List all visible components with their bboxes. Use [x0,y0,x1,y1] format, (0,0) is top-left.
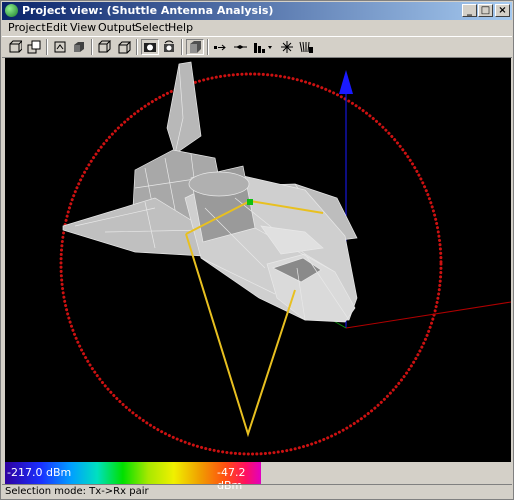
double-arrow-icon[interactable] [232,39,250,55]
arrow-right-icon[interactable] [212,39,230,55]
menu-select[interactable]: Select [135,21,169,34]
cube-icon[interactable] [115,39,133,55]
globe-icon [5,4,18,17]
menu-edit[interactable]: Edit [46,21,67,34]
stack-icon[interactable] [25,39,43,55]
title-bar[interactable]: Project view: (Shuttle Antenna Analysis)… [2,2,512,20]
camera-icon[interactable] [141,39,159,55]
transmitter-point[interactable] [247,199,253,205]
3d-viewport[interactable] [5,58,512,462]
cube-outline-icon[interactable] [96,39,114,55]
solid-icon[interactable] [70,39,88,55]
camera-rotate-icon[interactable] [160,39,178,55]
minimize-button[interactable]: _ [462,4,477,17]
menu-help[interactable]: Help [168,21,193,34]
maximize-button[interactable]: □ [478,4,493,17]
menu-view[interactable]: View [70,21,96,34]
legend-min-label: -217.0 dBm [7,466,72,479]
shuttle-model[interactable] [62,61,358,323]
box-icon[interactable] [6,39,24,55]
x-axis [345,301,512,329]
status-text: Selection mode: Tx->Rx pair [5,486,149,497]
close-button[interactable]: × [495,4,510,17]
power-legend: -217.0 dBm -47.2 dBm [5,462,261,492]
menu-output[interactable]: Output [98,21,136,34]
menu-bar: Project Edit View Output Select Help [2,20,512,36]
window-title: Project view: (Shuttle Antenna Analysis) [22,4,274,17]
bar-chart-dropdown-icon[interactable] [252,39,276,55]
project-view-window: Project view: (Shuttle Antenna Analysis)… [0,0,514,500]
antenna-icon[interactable] [297,39,315,55]
menu-project[interactable]: Project [8,21,46,34]
shaded-cube-icon[interactable] [186,39,204,55]
star-burst-icon[interactable] [278,39,296,55]
frame-icon[interactable] [51,39,69,55]
z-axis-arrow-icon [339,70,353,94]
status-bar: Selection mode: Tx->Rx pair [2,484,512,499]
toolbar [2,36,512,58]
